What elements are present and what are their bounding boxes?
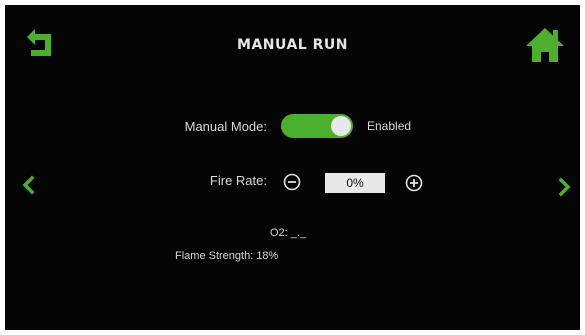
home-button[interactable] bbox=[524, 25, 566, 65]
chevron-right-icon bbox=[558, 177, 571, 197]
manual-mode-status: Enabled bbox=[367, 119, 412, 133]
fire-rate-value[interactable]: 0% bbox=[325, 173, 385, 193]
minus-circle-icon bbox=[283, 173, 301, 191]
manual-run-screen: MANUAL RUN Manual Mode: Enabled Fire Rat… bbox=[5, 5, 580, 330]
next-page-button[interactable] bbox=[554, 175, 574, 199]
o2-label: O2: bbox=[270, 227, 288, 239]
manual-mode-toggle[interactable] bbox=[281, 114, 353, 138]
decrease-fire-rate-button[interactable] bbox=[283, 173, 301, 191]
home-icon bbox=[526, 28, 564, 62]
o2-reading: O2: _._ bbox=[270, 227, 306, 239]
chevron-left-icon bbox=[22, 175, 35, 195]
manual-mode-label: Manual Mode: bbox=[184, 119, 267, 134]
increase-fire-rate-button[interactable] bbox=[405, 174, 423, 192]
page-title: MANUAL RUN bbox=[237, 37, 348, 53]
o2-value: _._ bbox=[290, 227, 307, 239]
plus-circle-icon bbox=[405, 174, 423, 192]
toggle-knob bbox=[331, 116, 351, 136]
flame-strength-readout: Flame Strength: 18% bbox=[175, 250, 279, 262]
previous-page-button[interactable] bbox=[19, 173, 39, 197]
fire-rate-label: Fire Rate: bbox=[209, 173, 267, 188]
